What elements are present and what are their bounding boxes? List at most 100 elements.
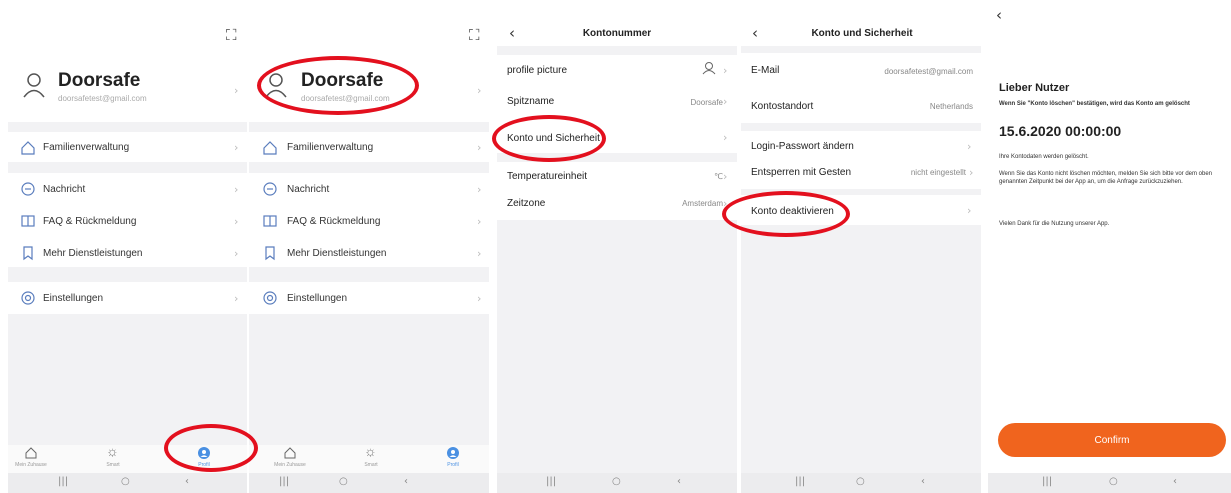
nav-label-smart[interactable]: Smart (106, 462, 119, 468)
menu-item-family[interactable]: Familienverwaltung › (249, 132, 489, 162)
profile-email: doorsafetest@gmail.com (301, 94, 390, 103)
recent-apps-icon[interactable]: ||| (279, 476, 289, 487)
user-icon[interactable] (447, 447, 459, 459)
back-icon[interactable]: ‹ (1173, 476, 1177, 487)
chevron-right-icon: › (477, 247, 482, 260)
chevron-right-icon: › (723, 95, 728, 108)
menu-item-message[interactable]: Nachricht › (8, 173, 247, 203)
sun-icon[interactable]: ☼ (364, 443, 377, 459)
row-location[interactable]: Kontostandort (751, 101, 813, 112)
menu-label: Einstellungen (43, 293, 104, 304)
chevron-right-icon: › (723, 131, 728, 144)
back-icon[interactable]: ‹ (921, 476, 925, 487)
home-button-icon[interactable]: ○ (612, 476, 621, 487)
menu-label: FAQ & Rückmeldung (43, 216, 137, 227)
chevron-right-icon: › (234, 292, 239, 305)
back-icon[interactable]: ‹ (677, 476, 681, 487)
location-value: Netherlands (929, 102, 973, 111)
menu-item-faq[interactable]: FAQ & Rückmeldung › (8, 205, 247, 235)
row-email[interactable]: E-Mail (751, 65, 779, 76)
row-change-password[interactable]: Login-Passwort ändern (751, 141, 854, 152)
home-button-icon[interactable]: ○ (121, 476, 130, 487)
profile-name[interactable]: Doorsafe (58, 70, 140, 92)
scan-icon[interactable]: ⛶ (226, 26, 237, 44)
system-nav-bar: ||| ○ ‹ (249, 473, 489, 493)
menu-group: Nachricht › FAQ & Rückmeldung › Mehr Die… (249, 173, 489, 267)
back-icon[interactable]: ‹ (509, 24, 515, 42)
timezone-value: Amsterdam (682, 199, 723, 208)
chevron-right-icon: › (477, 292, 482, 305)
row-nickname[interactable]: Spitzname (507, 96, 554, 107)
user-icon[interactable] (198, 447, 210, 459)
home-button-icon[interactable]: ○ (1109, 476, 1118, 487)
row-profile-picture[interactable]: profile picture (507, 65, 567, 76)
deactivate-label: Konto deaktivieren (751, 206, 834, 217)
account-security-screen: ‹ Konto und Sicherheit E-Mail doorsafete… (741, 0, 981, 493)
menu-item-more[interactable]: Mehr Dienstleistungen › (249, 237, 489, 267)
system-nav-bar: ||| ○ ‹ (8, 473, 247, 493)
menu-label: Nachricht (43, 184, 86, 195)
row-gesture-unlock[interactable]: Entsperren mit Gesten (751, 167, 851, 178)
bookmark-icon (265, 246, 275, 261)
home-button-icon[interactable]: ○ (856, 476, 865, 487)
row-timezone[interactable]: Zeitzone (507, 198, 545, 209)
row-deactivate-account[interactable]: Konto deaktivieren › (741, 195, 981, 225)
book-icon (263, 215, 277, 227)
profile-screen-1: ⛶ Doorsafe doorsafetest@gmail.com › Fami… (8, 0, 247, 493)
chevron-right-icon: › (723, 64, 728, 77)
menu-label: Mehr Dienstleistungen (287, 248, 387, 259)
delete-notice: Wenn Sie "Konto löschen" bestätigen, wir… (999, 101, 1190, 107)
message-icon (21, 182, 35, 196)
home-icon[interactable] (284, 447, 296, 459)
menu-item-message[interactable]: Nachricht › (249, 173, 489, 203)
nav-label-profile[interactable]: Profil (447, 462, 458, 468)
email-value: doorsafetest@gmail.com (884, 67, 973, 76)
row-temperature[interactable]: Temperatureinheit (507, 171, 587, 182)
settings-group: profile picture › Spitzname Doorsafe › (497, 55, 737, 123)
recent-apps-icon[interactable]: ||| (795, 476, 805, 487)
confirm-button[interactable]: Confirm (998, 423, 1226, 457)
back-icon[interactable]: ‹ (996, 6, 1002, 24)
recent-apps-icon[interactable]: ||| (1042, 476, 1052, 487)
chevron-right-icon: › (477, 141, 482, 154)
message-icon (263, 182, 277, 196)
nav-label-smart[interactable]: Smart (364, 462, 377, 468)
nav-label-home[interactable]: Mein Zuhause (15, 462, 47, 468)
scan-icon[interactable]: ⛶ (469, 26, 480, 44)
user-icon[interactable] (702, 61, 716, 75)
settings-group: E-Mail doorsafetest@gmail.com Kontostand… (741, 53, 981, 123)
recent-apps-icon[interactable]: ||| (546, 476, 556, 487)
chevron-right-icon: › (967, 204, 972, 217)
sun-icon[interactable]: ☼ (106, 443, 119, 459)
confirm-label: Confirm (1094, 435, 1130, 446)
menu-item-settings[interactable]: Einstellungen › (8, 282, 247, 314)
bookmark-icon (23, 246, 33, 261)
chevron-right-icon: › (969, 166, 974, 179)
back-icon[interactable]: ‹ (752, 24, 758, 42)
chevron-right-icon: › (477, 183, 482, 196)
home-icon[interactable] (25, 447, 37, 459)
profile-email: doorsafetest@gmail.com (58, 94, 147, 103)
back-icon[interactable]: ‹ (404, 476, 408, 487)
settings-group: Temperatureinheit ℃ › Zeitzone Amsterdam… (497, 162, 737, 220)
menu-label: Einstellungen (287, 293, 348, 304)
dialog-heading: Lieber Nutzer (999, 82, 1070, 94)
menu-item-faq[interactable]: FAQ & Rückmeldung › (249, 205, 489, 235)
book-icon (21, 215, 35, 227)
bottom-nav: Mein Zuhause ☼ Smart Profil (8, 443, 247, 473)
profile-name[interactable]: Doorsafe (301, 70, 383, 92)
row-account-security[interactable]: Konto und Sicherheit › (497, 121, 737, 153)
home-button-icon[interactable]: ○ (339, 476, 348, 487)
menu-item-settings[interactable]: Einstellungen › (249, 282, 489, 314)
recent-apps-icon[interactable]: ||| (58, 476, 68, 487)
menu-item-family[interactable]: Familienverwaltung › (8, 132, 247, 162)
chevron-right-icon: › (234, 84, 239, 97)
back-icon[interactable]: ‹ (185, 476, 189, 487)
menu-item-more[interactable]: Mehr Dienstleistungen › (8, 237, 247, 267)
nav-label-profile[interactable]: Profil (198, 462, 209, 468)
nav-label-home[interactable]: Mein Zuhause (274, 462, 306, 468)
user-icon (23, 73, 45, 98)
menu-label: Familienverwaltung (43, 142, 130, 153)
nickname-value: Doorsafe (690, 98, 723, 107)
chevron-right-icon: › (723, 197, 728, 210)
